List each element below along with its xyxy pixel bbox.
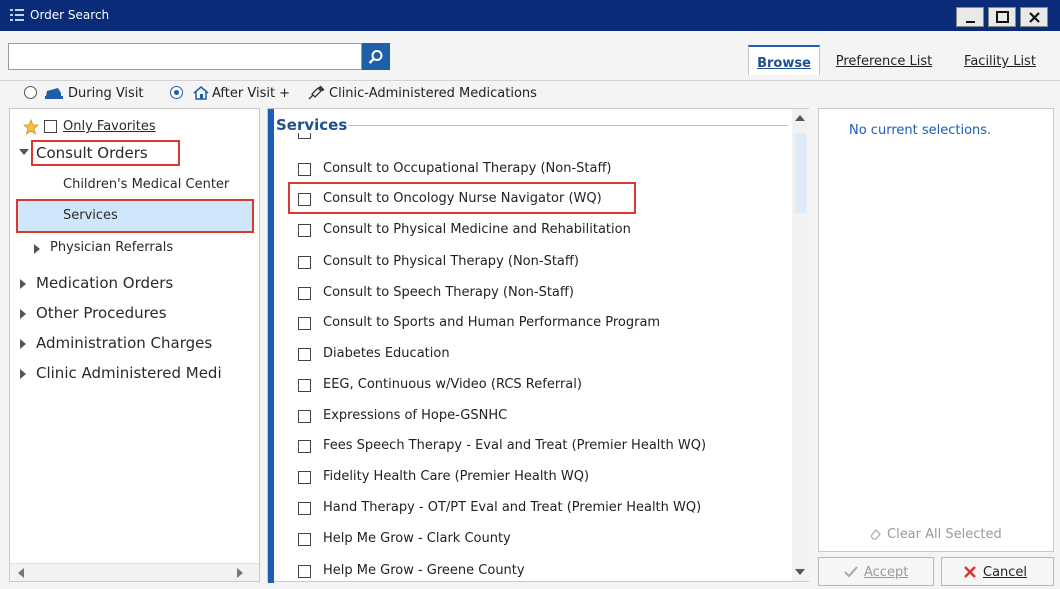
tree-item-administration-charges[interactable]: Administration Charges bbox=[36, 334, 212, 352]
item-label: Expressions of Hope-GSNHC bbox=[323, 408, 508, 423]
item-checkbox[interactable] bbox=[298, 193, 311, 206]
item-label: Consult to Occupational Therapy (Non-Sta… bbox=[323, 161, 612, 176]
tab-facility-list[interactable]: Facility List bbox=[956, 45, 1044, 75]
checkmark-icon bbox=[844, 566, 858, 578]
item-label: Consult to Speech Therapy (Non-Staff) bbox=[323, 285, 574, 300]
cancel-label: Cancel bbox=[983, 565, 1028, 580]
services-header-rule bbox=[348, 125, 788, 126]
title-bar: Order Search bbox=[0, 0, 1060, 31]
search-button[interactable] bbox=[362, 43, 390, 70]
item-label: Fees Speech Therapy - Eval and Treat (Pr… bbox=[323, 438, 707, 453]
window-title: Order Search bbox=[30, 8, 110, 22]
services-list-pane: Services Consult to Occupational Therapy… bbox=[267, 108, 809, 583]
visit-timing-options: During Visit After Visit + Clinic-Admini… bbox=[0, 80, 1060, 106]
item-label: Consult to Oncology Nurse Navigator (WQ) bbox=[323, 191, 602, 206]
tab-browse[interactable]: Browse bbox=[748, 45, 820, 75]
order-search-window: Order Search Browse Preference List Faci… bbox=[0, 0, 1060, 589]
services-highlight-box bbox=[16, 199, 254, 233]
scroll-right-icon[interactable] bbox=[237, 568, 243, 578]
chevron-right-icon[interactable] bbox=[20, 279, 26, 289]
scroll-left-icon[interactable] bbox=[18, 568, 24, 578]
scroll-up-icon[interactable] bbox=[795, 115, 805, 121]
accept-button[interactable]: Accept bbox=[818, 557, 934, 586]
tree-item-other-procedures[interactable]: Other Procedures bbox=[36, 304, 167, 322]
tree-item-clinic-administered-medications[interactable]: Clinic Administered Medi bbox=[36, 364, 256, 382]
item-checkbox[interactable] bbox=[298, 287, 311, 300]
item-checkbox[interactable] bbox=[298, 502, 311, 515]
item-checkbox[interactable] bbox=[298, 410, 311, 423]
item-checkbox[interactable] bbox=[298, 565, 311, 578]
no-selections-text: No current selections. bbox=[849, 123, 992, 138]
item-label: Diabetes Education bbox=[323, 346, 450, 361]
x-icon bbox=[964, 566, 976, 578]
item-checkbox[interactable] bbox=[298, 317, 311, 330]
item-checkbox[interactable] bbox=[298, 256, 311, 269]
selections-pane: No current selections. Clear All Selecte… bbox=[818, 108, 1054, 552]
horizontal-scrollbar[interactable] bbox=[10, 563, 259, 581]
item-checkbox[interactable] bbox=[298, 163, 311, 176]
tab-preference-list[interactable]: Preference List bbox=[828, 45, 940, 75]
item-checkbox[interactable] bbox=[298, 471, 311, 484]
tree-item-physician-referrals[interactable]: Physician Referrals bbox=[50, 240, 173, 255]
item-checkbox[interactable] bbox=[298, 379, 311, 392]
only-favorites-checkbox[interactable] bbox=[44, 120, 57, 133]
category-tree-pane: Only Favorites Consult Orders Children's… bbox=[9, 108, 260, 582]
section-accent-bar bbox=[268, 109, 274, 583]
syringe-icon bbox=[308, 85, 325, 100]
during-visit-radio[interactable] bbox=[24, 86, 37, 99]
chevron-right-icon[interactable] bbox=[20, 309, 26, 319]
item-label: Help Me Grow - Clark County bbox=[323, 531, 511, 546]
item-label: Consult to Sports and Human Performance … bbox=[323, 315, 661, 330]
minimize-icon bbox=[966, 21, 975, 23]
search-icon bbox=[368, 50, 383, 64]
eraser-icon bbox=[870, 529, 881, 540]
item-label: Help Me Grow - Greene County bbox=[323, 563, 525, 578]
services-header: Services bbox=[276, 116, 348, 134]
tree-item-medication-orders[interactable]: Medication Orders bbox=[36, 274, 173, 292]
item-label: Fidelity Health Care (Premier Health WQ) bbox=[323, 469, 590, 484]
only-favorites-label: Only Favorites bbox=[63, 119, 156, 134]
car-icon bbox=[45, 88, 63, 99]
item-checkbox[interactable] bbox=[298, 348, 311, 361]
home-icon bbox=[193, 86, 209, 100]
during-visit-label: During Visit bbox=[68, 86, 144, 101]
clinic-meds-label: Clinic-Administered Medications bbox=[329, 86, 537, 101]
accept-label: Accept bbox=[864, 565, 909, 580]
item-label: Consult to Physical Medicine and Rehabil… bbox=[323, 222, 631, 237]
chevron-down-icon[interactable] bbox=[19, 149, 29, 155]
item-label: Hand Therapy - OT/PT Eval and Treat (Pre… bbox=[323, 500, 702, 515]
item-label: EEG, Continuous w/Video (RCS Referral) bbox=[323, 377, 582, 392]
chevron-right-icon[interactable] bbox=[20, 369, 26, 379]
after-visit-label: After Visit + bbox=[212, 86, 291, 101]
search-input[interactable] bbox=[8, 43, 362, 70]
chevron-right-icon[interactable] bbox=[34, 244, 40, 254]
star-icon bbox=[23, 119, 39, 135]
item-checkbox[interactable] bbox=[298, 440, 311, 453]
chevron-right-icon[interactable] bbox=[20, 339, 26, 349]
clear-all-selected-button[interactable]: Clear All Selected bbox=[887, 527, 1002, 542]
item-label: Consult to Physical Therapy (Non-Staff) bbox=[323, 254, 579, 269]
tree-item-consult-orders[interactable]: Consult Orders bbox=[36, 144, 148, 162]
cancel-button[interactable]: Cancel bbox=[941, 557, 1054, 586]
scroll-down-icon[interactable] bbox=[795, 569, 805, 575]
clipped-row-fragment bbox=[298, 133, 598, 141]
scroll-thumb[interactable] bbox=[795, 133, 806, 213]
close-button[interactable] bbox=[1020, 7, 1048, 27]
order-search-app-icon bbox=[10, 9, 24, 21]
tree-item-services[interactable]: Services bbox=[63, 208, 118, 223]
maximize-button[interactable] bbox=[988, 7, 1016, 27]
maximize-icon bbox=[996, 11, 1009, 23]
tree-item-childrens-medical-center[interactable]: Children's Medical Center bbox=[63, 177, 229, 192]
after-visit-radio[interactable] bbox=[170, 86, 183, 99]
item-checkbox[interactable] bbox=[298, 224, 311, 237]
item-checkbox[interactable] bbox=[298, 533, 311, 546]
close-icon bbox=[1029, 12, 1040, 23]
minimize-button[interactable] bbox=[956, 7, 984, 27]
vertical-scrollbar[interactable] bbox=[792, 109, 809, 581]
